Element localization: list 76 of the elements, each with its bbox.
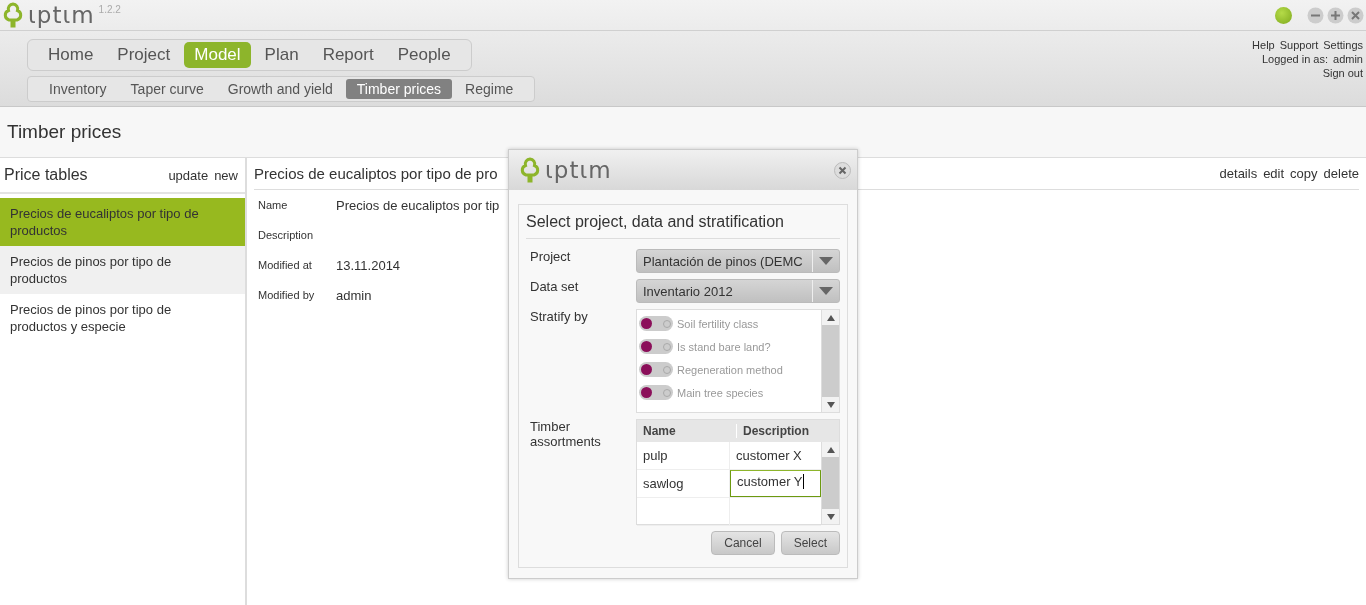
maximize-icon[interactable]: [1327, 6, 1344, 24]
scroll-down-icon[interactable]: [826, 401, 835, 408]
field-label: Modified at: [258, 259, 313, 271]
sub-nav-tab[interactable]: Timber prices: [345, 79, 453, 99]
detail-title: Precios de eucaliptos por tipo de pro: [254, 165, 498, 182]
table-cell-text: customer X: [735, 447, 803, 465]
dialog-button[interactable]: Cancel: [711, 531, 775, 555]
field-value: Precios de eucaliptos por tip: [336, 197, 500, 213]
table-cell: sawlog: [637, 470, 730, 497]
sub-nav-tab[interactable]: Regime: [454, 79, 525, 99]
toggle-switch[interactable]: [639, 362, 673, 377]
login-label: Logged in as:: [1261, 53, 1329, 65]
detail-action-link[interactable]: copy: [1290, 166, 1318, 181]
dialog-title: Select project, data and stratification: [526, 213, 784, 230]
field-label: Project: [529, 249, 572, 266]
table-cell: pulp: [637, 442, 730, 469]
header-link[interactable]: Settings: [1323, 39, 1363, 51]
column-header: Name: [642, 424, 677, 438]
clover-logo-icon: [519, 157, 541, 183]
field-value: 13.11.2014: [336, 257, 401, 273]
stratify-option-label: Is stand bare land?: [677, 340, 771, 353]
panel-title: Price tables: [4, 166, 88, 184]
sub-nav-tab[interactable]: Taper curve: [119, 79, 215, 99]
project-dropdown[interactable]: Plantación de pinos (DEMC: [636, 249, 840, 273]
scroll-up-icon[interactable]: [826, 446, 835, 453]
app-version: 1.2.2: [98, 4, 121, 15]
toggle-switch[interactable]: [639, 385, 673, 400]
panel-action-link[interactable]: new: [214, 167, 238, 183]
scrollbar[interactable]: [821, 310, 839, 412]
app-logo: ιptιm: [28, 2, 95, 28]
dialog-logo: ιptιm: [545, 157, 612, 183]
detail-action-link[interactable]: details: [1219, 166, 1258, 181]
field-label: Timber assortments: [529, 419, 602, 451]
scroll-up-icon[interactable]: [826, 314, 835, 321]
stratify-option-label: Regeneration method: [677, 363, 783, 376]
header-link[interactable]: Support: [1279, 39, 1319, 51]
caret-icon: [819, 257, 833, 265]
nav-tab[interactable]: Project: [107, 42, 181, 68]
cell-editor-field[interactable]: customer Y: [730, 470, 821, 497]
stratify-option-label: Soil fertility class: [677, 317, 759, 330]
close-icon[interactable]: [834, 161, 851, 179]
data-set-dropdown[interactable]: Inventario 2012: [636, 279, 840, 303]
field-label: Stratify by: [529, 309, 589, 326]
field-label: Name: [258, 199, 289, 211]
dialog-button[interactable]: Select: [780, 531, 840, 555]
sub-nav-tab[interactable]: Growth and yield: [216, 79, 344, 99]
page-title: Timber prices: [7, 121, 122, 143]
nav-tab[interactable]: Home: [38, 42, 104, 68]
nav-tab[interactable]: Plan: [254, 42, 309, 68]
caret-icon: [819, 287, 833, 295]
user-name: admin: [1333, 53, 1363, 65]
sign-out-link[interactable]: Sign out: [1322, 67, 1363, 79]
toggle-switch[interactable]: [639, 316, 673, 331]
nav-tab[interactable]: People: [387, 42, 461, 68]
scroll-down-icon[interactable]: [826, 513, 835, 520]
price-table-item[interactable]: Precios de pinos por tipo de productos: [0, 246, 245, 294]
close-icon[interactable]: [1347, 6, 1364, 24]
nav-tab[interactable]: Report: [312, 42, 384, 68]
panel-action-link[interactable]: update: [168, 167, 209, 183]
toggle-switch[interactable]: [639, 339, 673, 354]
status-dot-icon: [1275, 6, 1292, 24]
clover-logo-icon: [2, 2, 24, 28]
price-table-item[interactable]: Precios de eucaliptos por tipo de productos: [0, 198, 245, 246]
detail-action-link[interactable]: delete: [1323, 166, 1359, 181]
detail-action-link[interactable]: edit: [1263, 166, 1285, 181]
price-table-item[interactable]: Precios de pinos por tipo de productos y especie: [0, 294, 245, 342]
stratify-option-label: Main tree species: [677, 386, 764, 399]
minimize-icon[interactable]: [1307, 6, 1324, 24]
field-label: Description: [258, 229, 315, 241]
field-value: admin: [336, 287, 372, 303]
scrollbar[interactable]: [821, 442, 839, 524]
column-header: Description: [736, 424, 836, 438]
header-link[interactable]: Help: [1252, 39, 1275, 51]
sub-nav-tab[interactable]: Inventory: [38, 79, 118, 99]
field-label: Modified by: [258, 289, 316, 301]
field-label: Data set: [529, 279, 580, 296]
